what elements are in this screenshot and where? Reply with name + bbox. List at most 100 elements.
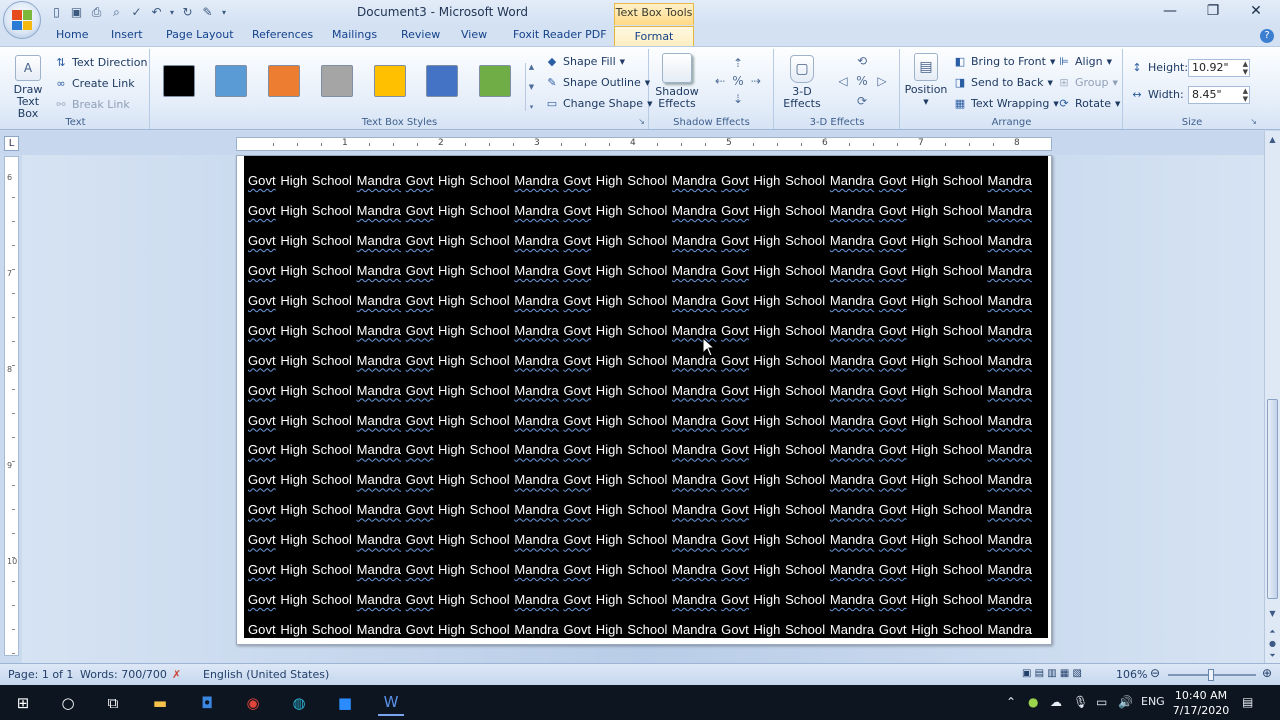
tab-foxit-reader-pdf[interactable]: Foxit Reader PDF — [513, 28, 607, 41]
onedrive-icon[interactable]: ☁ — [1050, 695, 1062, 709]
print-icon[interactable]: ⎙ — [88, 4, 105, 20]
send-to-back-button[interactable]: ◨ Send to Back ▼ — [953, 76, 1053, 89]
3d-toggle-icon[interactable]: % — [854, 73, 870, 89]
change-shape-button[interactable]: ▭ Change Shape ▼ — [545, 97, 653, 110]
style-swatch-black[interactable] — [163, 65, 195, 97]
spelling-icon[interactable]: ✓ — [128, 4, 145, 20]
help-icon[interactable]: ? — [1260, 29, 1274, 43]
zoom-knob[interactable] — [1208, 669, 1214, 681]
tilt-right-icon[interactable]: ▷ — [874, 73, 890, 89]
chrome-icon[interactable]: ◉ — [240, 690, 266, 716]
file-explorer-icon[interactable]: ▬ — [147, 690, 173, 716]
text-direction-button[interactable]: ⇅ Text Direction — [54, 56, 147, 69]
previous-page-icon[interactable]: ⏶ — [1265, 627, 1280, 637]
language-indicator[interactable]: English (United States) — [203, 668, 329, 681]
style-swatch-blue[interactable] — [215, 65, 247, 97]
vertical-scrollbar[interactable]: ▲ ▼ ⏶ ● ⏷ — [1264, 131, 1280, 663]
zoom-in-icon[interactable]: ⊕ — [1262, 666, 1272, 680]
qat-dropdown-icon[interactable]: ▾ — [219, 4, 229, 20]
height-input[interactable]: 10.92" ▲ ▼ — [1188, 59, 1250, 77]
scroll-thumb[interactable] — [1267, 399, 1278, 599]
style-swatch-dark-blue[interactable] — [426, 65, 458, 97]
tab-mailings[interactable]: Mailings — [332, 28, 377, 41]
next-page-icon[interactable]: ⏷ — [1265, 651, 1280, 661]
tab-selector[interactable]: L — [4, 136, 19, 151]
dialog-launcher-icon[interactable]: ↘ — [1250, 117, 1257, 126]
notifications-icon[interactable]: ▤ — [1242, 695, 1253, 709]
shadow-toggle-icon[interactable]: % — [730, 73, 746, 89]
task-view-icon[interactable]: ⧉ — [100, 690, 126, 716]
zoom-app-icon[interactable]: ■ — [332, 690, 358, 716]
close-button[interactable]: ✕ — [1242, 2, 1270, 22]
customize-icon[interactable]: ✎ — [199, 4, 216, 20]
select-browse-icon[interactable]: ● — [1265, 639, 1280, 648]
zoom-level[interactable]: 106% — [1116, 668, 1147, 681]
undo-icon[interactable]: ↶ — [148, 4, 165, 20]
gallery-scrollbar[interactable]: ▲ ▼ ▾ — [525, 63, 537, 111]
nudge-down-icon[interactable]: ⇣ — [730, 91, 746, 107]
style-swatch-gold[interactable] — [374, 65, 406, 97]
tab-references[interactable]: References — [252, 28, 313, 41]
tab-home[interactable]: Home — [56, 28, 88, 41]
view-buttons[interactable]: ▣ ▤ ▥ ▦ ▧ — [1022, 668, 1082, 679]
nudge-right-icon[interactable]: ⇢ — [748, 73, 764, 89]
tilt-left-icon[interactable]: ◁ — [835, 73, 851, 89]
style-swatch-gray[interactable] — [321, 65, 353, 97]
align-button[interactable]: ⊫ Align ▼ — [1057, 55, 1112, 68]
tab-insert[interactable]: Insert — [111, 28, 143, 41]
redo-icon[interactable]: ↻ — [179, 4, 196, 20]
proofing-icon[interactable]: ✗ — [172, 668, 181, 681]
scroll-down-icon[interactable]: ▼ — [1265, 609, 1280, 618]
spin-arrows-icon[interactable]: ▲ ▼ — [1243, 60, 1248, 76]
tray-expand-icon[interactable]: ⌃ — [1006, 695, 1016, 709]
width-input[interactable]: 8.45" ▲ ▼ — [1188, 86, 1250, 104]
gallery-up-icon[interactable]: ▲ — [529, 63, 534, 71]
style-swatch-green[interactable] — [479, 65, 511, 97]
restore-button[interactable]: ❐ — [1199, 2, 1227, 22]
office-button[interactable] — [3, 1, 41, 39]
save-icon[interactable]: ▣ — [68, 4, 85, 20]
tilt-down-icon[interactable]: ⟳ — [854, 93, 870, 109]
vertical-ruler[interactable]: 6 7 8 9 10 — [4, 156, 19, 678]
bring-to-front-button[interactable]: ◧ Bring to Front ▼ — [953, 55, 1056, 68]
tab-review[interactable]: Review — [401, 28, 440, 41]
break-link-button[interactable]: ⚯ Break Link — [54, 98, 129, 111]
volume-icon[interactable]: 🔊 — [1118, 695, 1133, 709]
rotate-button[interactable]: ⟳ Rotate ▼ — [1057, 97, 1120, 110]
network-icon[interactable]: ▭ — [1096, 695, 1107, 709]
gallery-down-icon[interactable]: ▼ — [529, 83, 534, 91]
print-preview-icon[interactable]: ⌕ — [108, 4, 125, 20]
group-button[interactable]: ⊞ Group ▼ — [1057, 76, 1118, 89]
gallery-more-icon[interactable]: ▾ — [530, 103, 534, 111]
tilt-up-icon[interactable]: ⟲ — [854, 53, 870, 69]
zoom-out-icon[interactable]: ⊖ — [1150, 666, 1160, 680]
new-document-icon[interactable]: ▯ — [48, 4, 65, 20]
nudge-up-icon[interactable]: ⇡ — [730, 55, 746, 71]
tab-format[interactable]: Format — [614, 26, 694, 47]
search-icon[interactable]: ○ — [55, 690, 81, 716]
word-app-icon[interactable]: W — [378, 690, 404, 716]
word-count[interactable]: Words: 700/700 — [80, 668, 167, 681]
text-wrapping-button[interactable]: ▦ Text Wrapping ▼ — [953, 97, 1059, 110]
minimize-button[interactable]: — — [1156, 2, 1184, 22]
3d-effects-button[interactable]: ▢ 3-D Effects — [779, 55, 825, 110]
text-box[interactable]: Govt High School Mandra Govt High School… — [244, 156, 1048, 638]
spin-arrows-icon[interactable]: ▲ ▼ — [1243, 87, 1248, 103]
horizontal-ruler[interactable]: 1 2 3 4 5 6 7 8 — [236, 137, 1052, 151]
style-swatch-orange[interactable] — [268, 65, 300, 97]
input-language[interactable]: ENG — [1141, 695, 1165, 708]
zoom-slider[interactable] — [1168, 669, 1256, 681]
tab-view[interactable]: View — [461, 28, 487, 41]
draw-text-box-button[interactable]: A Draw Text Box — [8, 55, 48, 120]
tab-page-layout[interactable]: Page Layout — [166, 28, 234, 41]
shape-outline-button[interactable]: ✎ Shape Outline ▼ — [545, 76, 650, 89]
dialog-launcher-icon[interactable]: ↘ — [638, 117, 645, 126]
microphone-icon[interactable]: 🎙 — [1073, 695, 1088, 709]
edge-icon[interactable]: ◍ — [286, 690, 312, 716]
scroll-up-icon[interactable]: ▲ — [1265, 135, 1280, 144]
position-button[interactable]: ▤ Position ▼ — [903, 53, 949, 108]
page-count[interactable]: Page: 1 of 1 — [8, 668, 73, 681]
nudge-left-icon[interactable]: ⇠ — [712, 73, 728, 89]
windows-start-icon[interactable]: ⊞ — [10, 690, 36, 716]
tray-app-icon[interactable]: ● — [1028, 695, 1038, 709]
